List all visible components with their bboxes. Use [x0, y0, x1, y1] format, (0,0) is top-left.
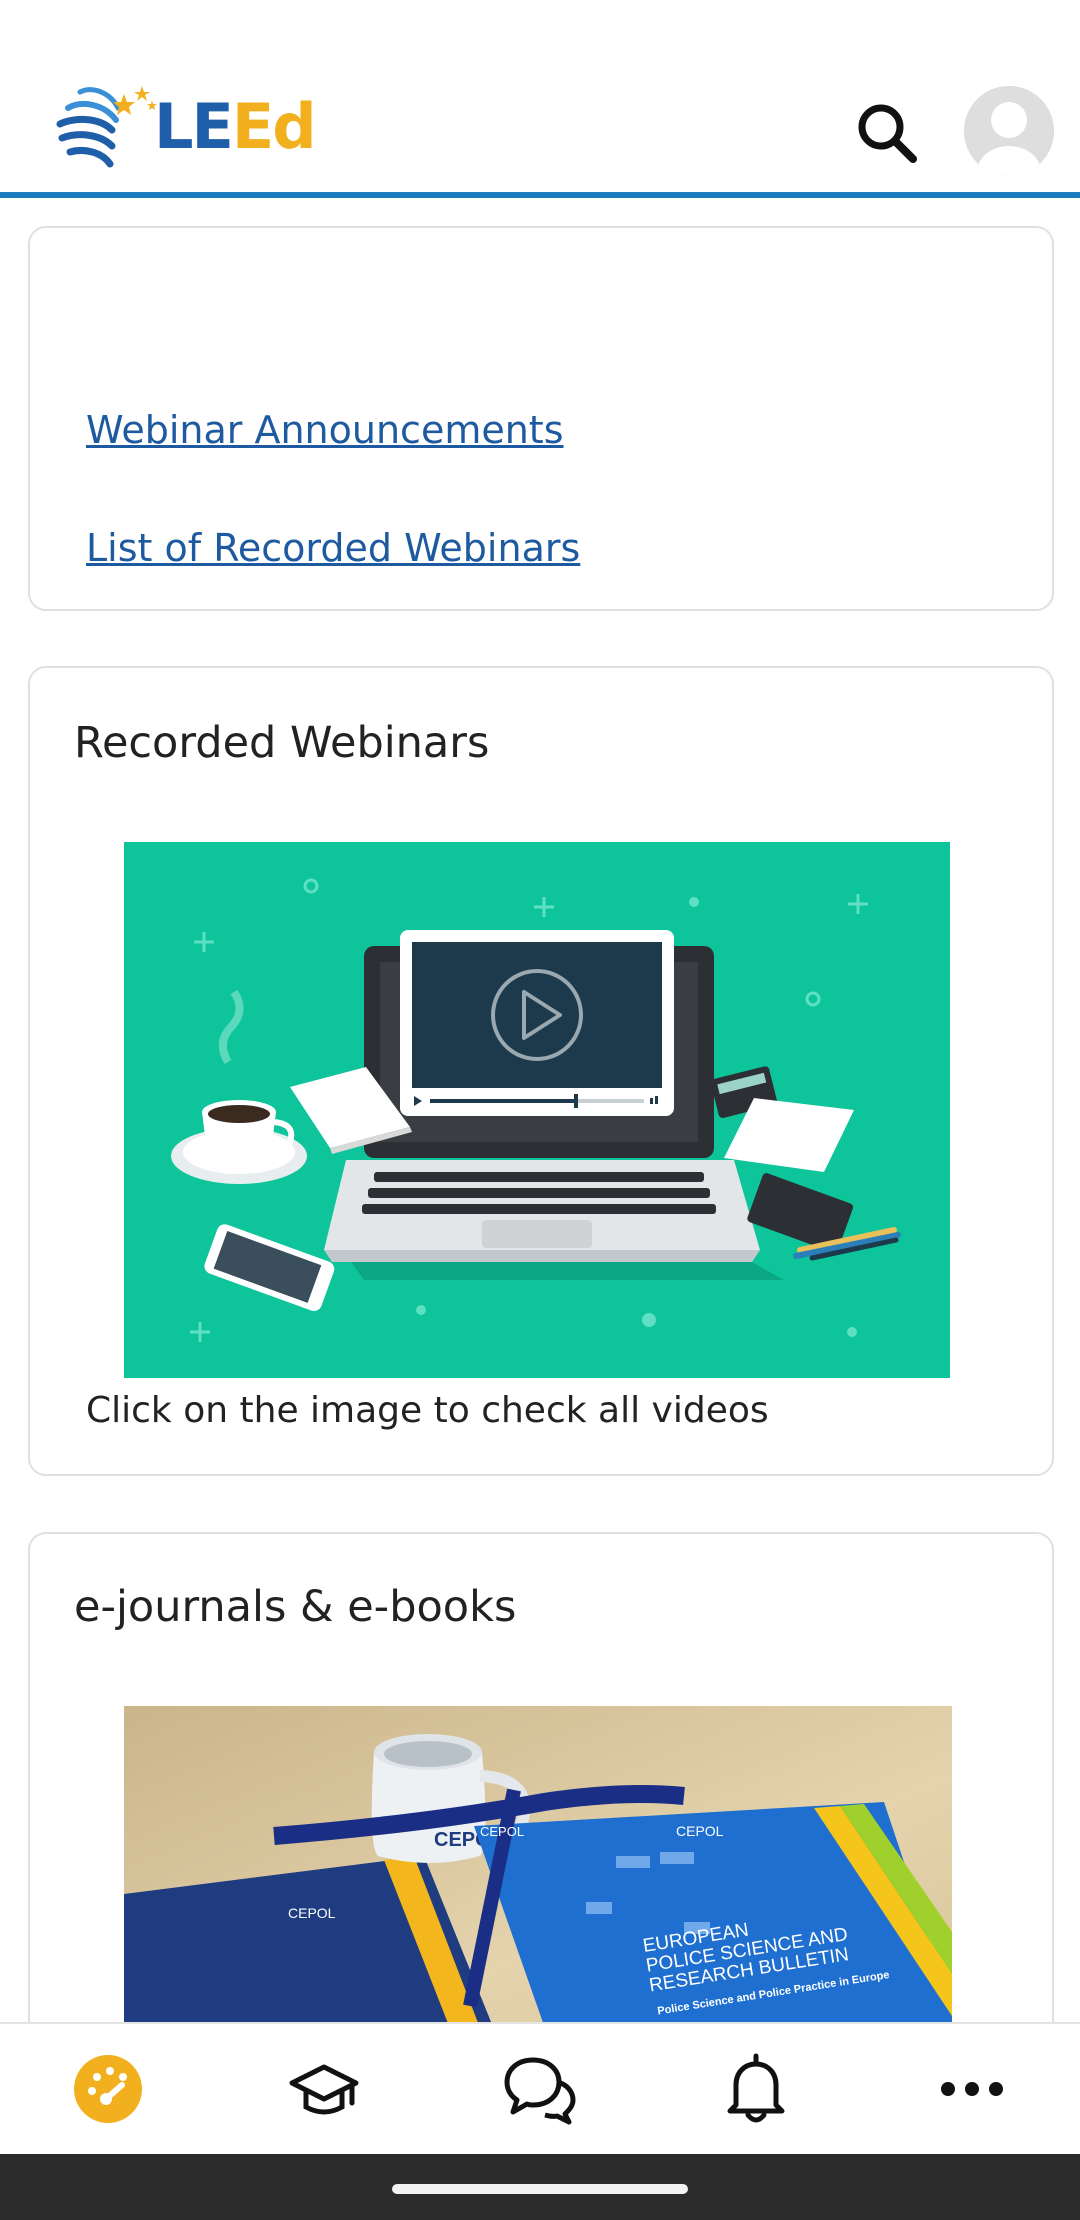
app-header: LEEd: [0, 0, 1080, 198]
recorded-webinars-title: Recorded Webinars: [74, 718, 490, 768]
nav-more[interactable]: [917, 2034, 1027, 2144]
user-avatar-icon: [964, 86, 1054, 176]
more-dots-icon: [941, 2082, 1003, 2096]
recorded-webinars-card: Recorded Webinars Click on the image to …: [28, 666, 1054, 1476]
nav-messages[interactable]: [485, 2034, 595, 2144]
recorded-webinars-caption: Click on the image to check all videos: [86, 1390, 769, 1431]
leed-swirl-stars-logo-icon: [56, 86, 157, 168]
graduation-cap-icon: [289, 2064, 359, 2115]
nav-notifications[interactable]: [701, 2034, 811, 2144]
ejournals-image[interactable]: CEPOL CEPOL CEPOL EUROPEAN POLICE SCIENC…: [124, 1706, 952, 2052]
home-gesture-handle[interactable]: [392, 2184, 688, 2194]
chat-bubbles-icon: [504, 2057, 576, 2125]
recorded-webinars-list-link[interactable]: List of Recorded Webinars: [86, 526, 580, 570]
search-icon: [858, 104, 917, 163]
cepol-book-left-label: CEPOL: [288, 1905, 336, 1921]
logo-wordmark: LEEd: [154, 89, 317, 163]
nav-courses[interactable]: [269, 2034, 379, 2144]
dashboard-gauge-icon: [74, 2055, 142, 2123]
logo-text-le: LE: [154, 89, 234, 163]
cepol-bulletin-brand: CEPOL: [676, 1823, 724, 1839]
user-avatar[interactable]: [964, 86, 1054, 176]
search-button[interactable]: [852, 98, 922, 168]
cepol-lanyard-label: CEPOL: [480, 1824, 524, 1839]
nav-dashboard[interactable]: [53, 2034, 163, 2144]
cepol-publications-photo-icon: CEPOL CEPOL CEPOL EUROPEAN POLICE SCIENC…: [124, 1706, 952, 2052]
bottom-navigation: [0, 2022, 1080, 2154]
recorded-webinars-image[interactable]: [124, 842, 950, 1378]
leed-logo[interactable]: LEEd: [52, 78, 317, 174]
logo-text-ed: Ed: [231, 89, 317, 163]
webinar-announcements-link[interactable]: Webinar Announcements: [86, 408, 564, 452]
laptop-video-illustration-icon: [124, 842, 950, 1378]
bell-icon: [727, 2053, 785, 2123]
system-navigation-bar: [0, 2154, 1080, 2220]
ejournals-card: e-journals & e-books CEPOL CEPOL CEPOL E…: [28, 1532, 1054, 2052]
webinar-links-card: Webinar Announcements List of Recorded W…: [28, 226, 1054, 611]
ejournals-title: e-journals & e-books: [74, 1582, 517, 1632]
